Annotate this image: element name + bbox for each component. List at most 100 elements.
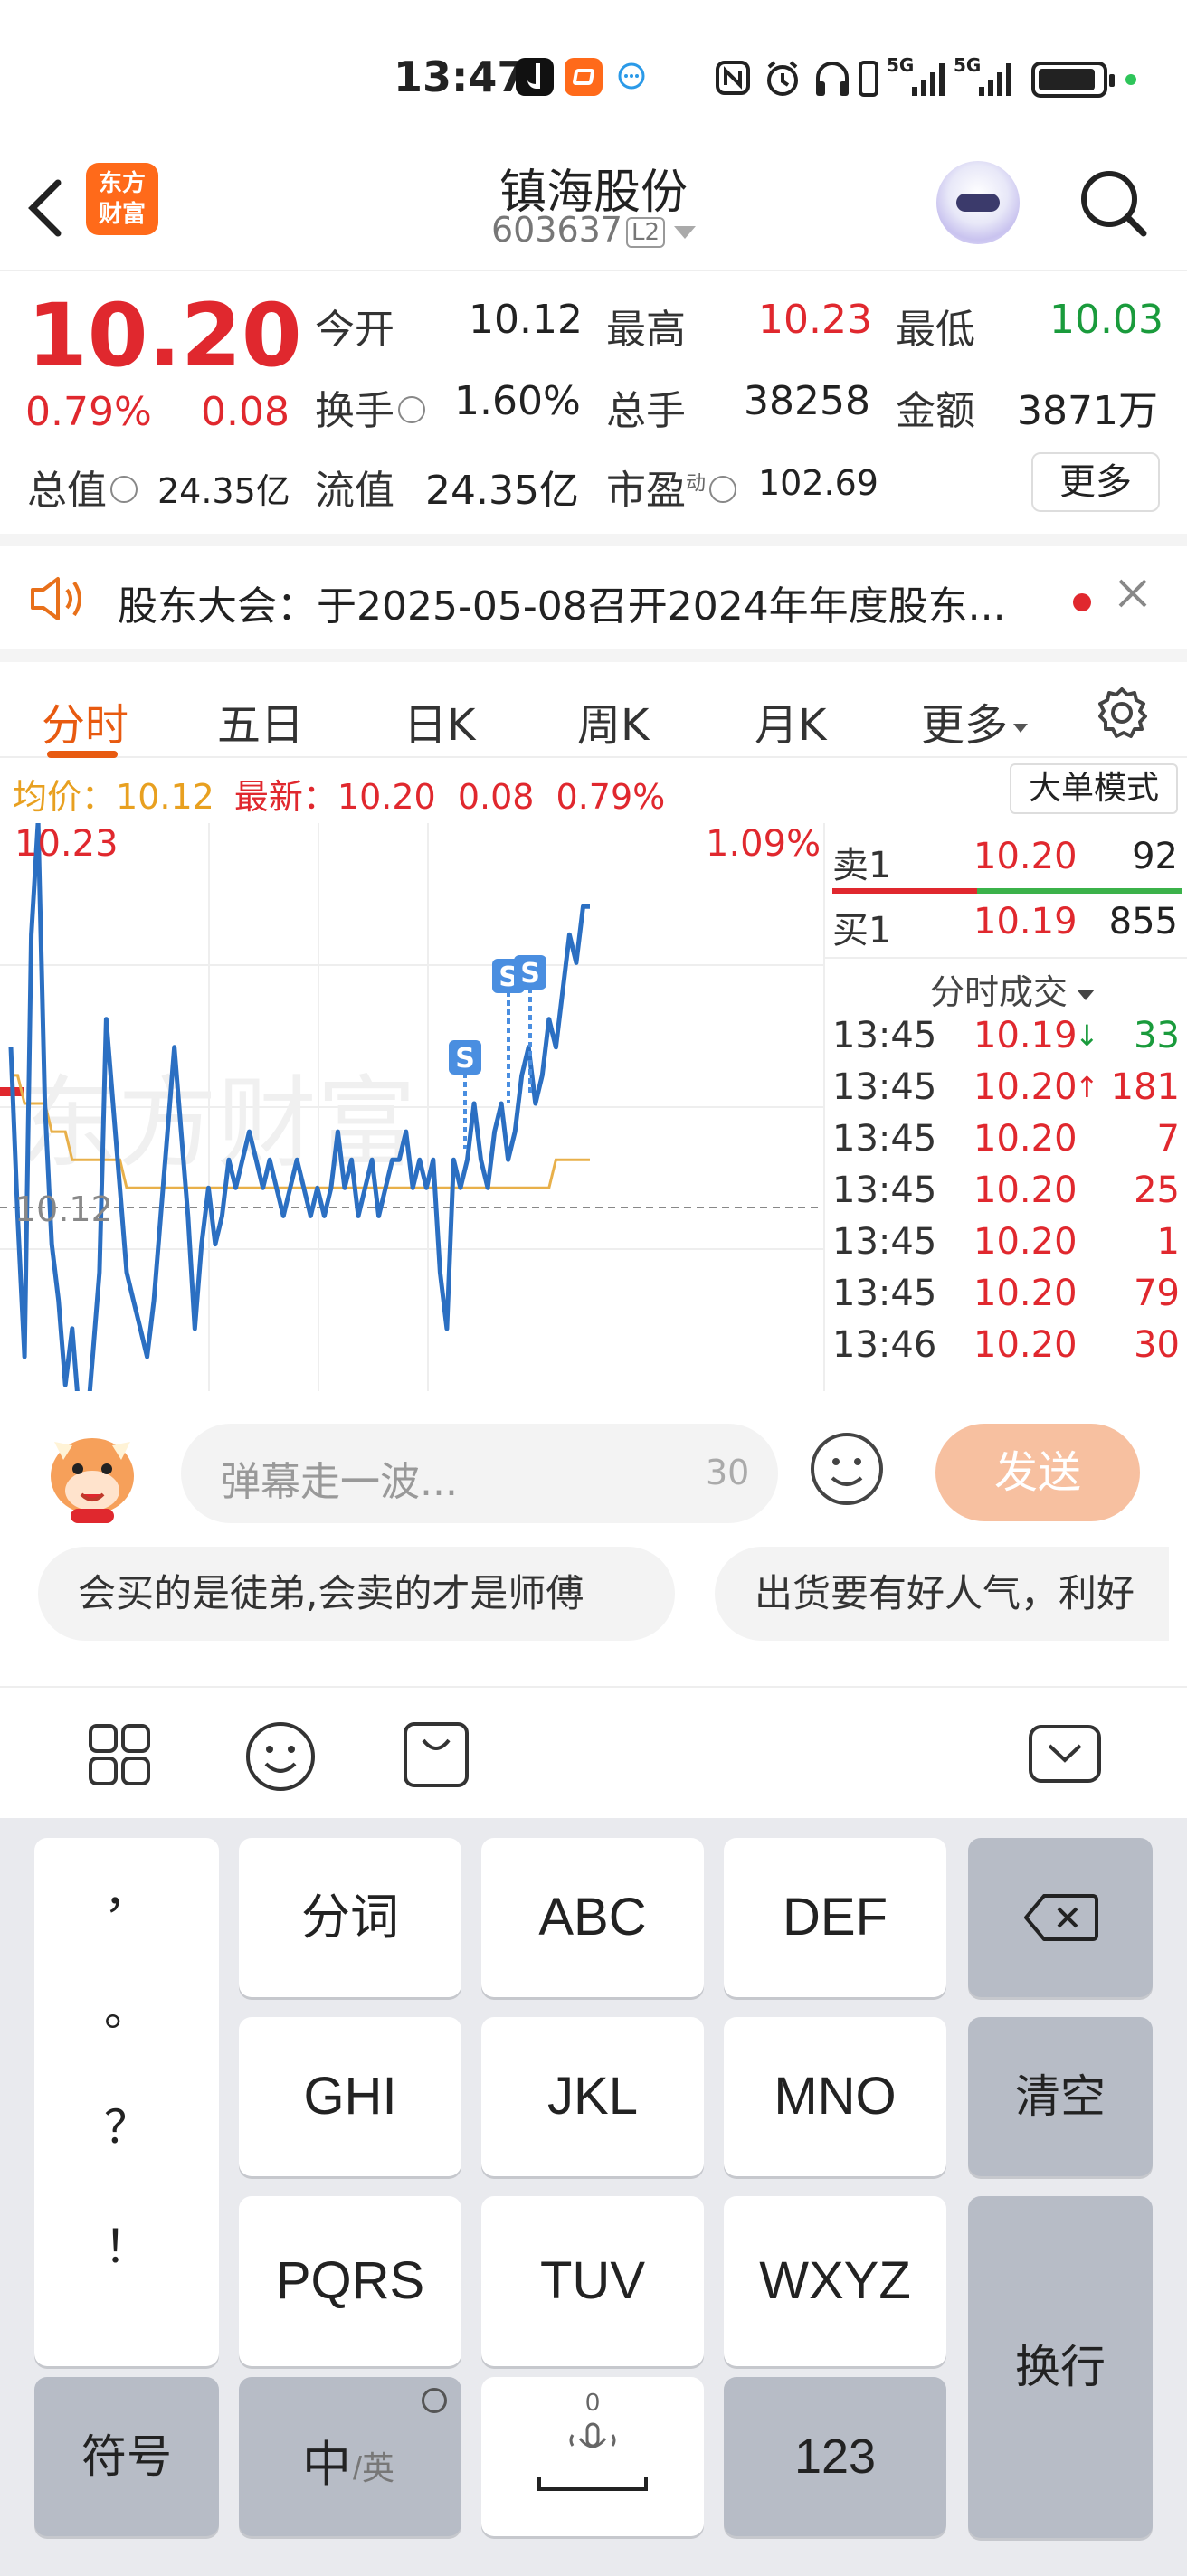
lang-main: 中 bbox=[302, 2438, 351, 2492]
trade-row: 13:45 10.19 ↓ 33 bbox=[825, 1015, 1187, 1065]
alarm-icon bbox=[764, 60, 802, 98]
battery-icon bbox=[1031, 62, 1115, 98]
info-icon[interactable] bbox=[110, 476, 138, 503]
key-abc[interactable]: ABC bbox=[481, 1838, 704, 1997]
pe-sup: 动 bbox=[686, 472, 707, 496]
down-arrow-icon: ↓ bbox=[1075, 1018, 1099, 1053]
punct-question-key[interactable]: ？ bbox=[34, 2091, 219, 2156]
tab-monthly-k[interactable]: 月K bbox=[755, 689, 826, 753]
trade-price: 10.19 bbox=[973, 1015, 1078, 1056]
key-segment[interactable]: 分词 bbox=[239, 1838, 461, 1997]
bid-bar bbox=[977, 888, 1182, 894]
order-book-panel: 卖1 10.20 92 买1 10.19 855 分时成交 13:45 10.19… bbox=[823, 823, 1187, 1391]
bid-price: 10.19 bbox=[973, 901, 1078, 942]
grid-menu-icon[interactable] bbox=[87, 1722, 152, 1787]
emoji-icon[interactable] bbox=[807, 1429, 887, 1509]
speaker-icon bbox=[27, 573, 87, 624]
punct-comma-key[interactable]: ， bbox=[34, 1856, 219, 1921]
send-button[interactable]: 发送 bbox=[935, 1424, 1140, 1521]
low-label: 最低 bbox=[896, 307, 975, 353]
punctuation-column[interactable]: ， 。 ？ ！ bbox=[34, 1838, 219, 2366]
up-arrow-icon: ↑ bbox=[1075, 1070, 1099, 1104]
high-value: 10.23 bbox=[758, 297, 872, 343]
y-mid-label: 10.12 bbox=[14, 1189, 113, 1229]
clear-key[interactable]: 清空 bbox=[968, 2017, 1153, 2176]
backspace-icon bbox=[1024, 1894, 1098, 1941]
key-mno[interactable]: MNO bbox=[724, 2017, 946, 2176]
settings-gear-icon[interactable] bbox=[1093, 684, 1151, 742]
app-notification-icon bbox=[565, 58, 603, 96]
search-icon[interactable] bbox=[1077, 166, 1149, 239]
tab-weekly-k[interactable]: 周K bbox=[577, 689, 649, 753]
close-icon[interactable] bbox=[1115, 566, 1151, 623]
space-bar-icon bbox=[537, 2477, 648, 2491]
intraday-chart[interactable]: 东方财富 SSS 10.23 10.12 1.09% bbox=[0, 819, 823, 1444]
danmu-input[interactable]: 弹幕走一波... 30 bbox=[181, 1424, 778, 1523]
y-top-label: 10.23 bbox=[14, 823, 119, 865]
keyboard: ， 。 ？ ！ 分词 ABC DEF GHI JKL MNO 清空 PQRS T… bbox=[0, 1818, 1187, 2576]
notice-bar[interactable]: 股东大会：于2025-05-08召开2024年年度股东... bbox=[0, 534, 1187, 646]
info-icon[interactable] bbox=[398, 396, 425, 423]
symbol-key[interactable]: 符号 bbox=[34, 2377, 219, 2536]
trade-volume: 30 bbox=[1134, 1324, 1180, 1366]
status-bar: 13:47 5G 5G bbox=[0, 0, 1187, 154]
danmu-placeholder: 弹幕走一波... bbox=[221, 1459, 458, 1505]
clipboard-icon[interactable] bbox=[402, 1720, 470, 1789]
more-quote-button[interactable]: 更多 bbox=[1031, 452, 1160, 512]
tab-five-day[interactable]: 五日 bbox=[217, 689, 304, 753]
trades-title[interactable]: 分时成交 bbox=[930, 964, 1096, 1014]
collapse-keyboard-icon[interactable] bbox=[1028, 1724, 1102, 1784]
danmu-chip[interactable]: 会买的是徒弟,会卖的才是师傅 bbox=[38, 1547, 675, 1641]
tab-daily-k[interactable]: 日K bbox=[404, 689, 475, 753]
ask-price: 10.20 bbox=[973, 836, 1078, 877]
mic-icon bbox=[569, 2422, 616, 2448]
lang-sub: /英 bbox=[353, 2449, 395, 2486]
turnover-value: 1.60% bbox=[454, 378, 581, 424]
sell-marker-label: S bbox=[520, 958, 540, 990]
turnover-label-text: 换手 bbox=[315, 388, 394, 434]
emoji-icon[interactable] bbox=[244, 1720, 317, 1793]
chat-bubble-icon bbox=[615, 62, 651, 94]
notice-text[interactable]: 股东大会：于2025-05-08召开2024年年度股东... bbox=[118, 573, 1006, 631]
latest-pct: 0.79% bbox=[556, 777, 666, 817]
headphones-icon bbox=[812, 60, 852, 98]
dropdown-icon bbox=[1013, 724, 1029, 733]
enter-key[interactable]: 换行 bbox=[968, 2196, 1153, 2538]
info-icon[interactable] bbox=[709, 476, 737, 503]
ox-mascot-avatar[interactable] bbox=[36, 1418, 149, 1531]
trade-price: 10.20 bbox=[973, 1066, 1078, 1108]
big-order-mode-button[interactable]: 大单模式 bbox=[1010, 763, 1178, 814]
total-cap-label-text: 总值 bbox=[27, 468, 107, 514]
dropdown-icon[interactable] bbox=[674, 225, 697, 239]
trade-time: 13:45 bbox=[832, 1170, 937, 1211]
punct-period-key[interactable]: 。 bbox=[34, 1974, 219, 2039]
tab-intraday[interactable]: 分时 bbox=[42, 689, 128, 753]
trade-price: 10.20 bbox=[973, 1118, 1078, 1160]
turnover-label: 换手 bbox=[315, 378, 425, 436]
change-percent: 0.79% bbox=[25, 389, 152, 435]
danmu-chip[interactable]: 出货要有好人气，利好 bbox=[715, 1547, 1169, 1641]
avg-value: 10.12 bbox=[116, 777, 214, 817]
trade-volume: 33 bbox=[1134, 1015, 1180, 1056]
tab-more[interactable]: 更多 bbox=[921, 689, 1029, 753]
privacy-dot-icon bbox=[1125, 74, 1136, 85]
key-ghi[interactable]: GHI bbox=[239, 2017, 461, 2176]
key-jkl[interactable]: JKL bbox=[481, 2017, 704, 2176]
signal-icon: 5G bbox=[887, 54, 950, 99]
volume-value: 38258 bbox=[744, 378, 870, 424]
globe-icon bbox=[422, 2388, 447, 2413]
key-pqrs[interactable]: PQRS bbox=[239, 2196, 461, 2366]
lang-switch-key[interactable]: 中 /英 bbox=[239, 2377, 461, 2536]
trade-row: 13:46 10.20 30 bbox=[825, 1324, 1187, 1375]
number-key[interactable]: 123 bbox=[724, 2377, 946, 2536]
space-key[interactable]: 0 bbox=[481, 2377, 704, 2536]
level-badge: L2 bbox=[626, 216, 666, 248]
key-wxyz[interactable]: WXYZ bbox=[724, 2196, 946, 2366]
ai-assistant-avatar[interactable] bbox=[936, 161, 1020, 244]
key-tuv[interactable]: TUV bbox=[481, 2196, 704, 2366]
key-def[interactable]: DEF bbox=[724, 1838, 946, 1997]
backspace-key[interactable] bbox=[968, 1838, 1153, 1997]
punct-exclaim-key[interactable]: ！ bbox=[34, 2211, 219, 2276]
pe-value: 102.69 bbox=[758, 463, 878, 503]
volume-label: 总手 bbox=[606, 388, 686, 434]
